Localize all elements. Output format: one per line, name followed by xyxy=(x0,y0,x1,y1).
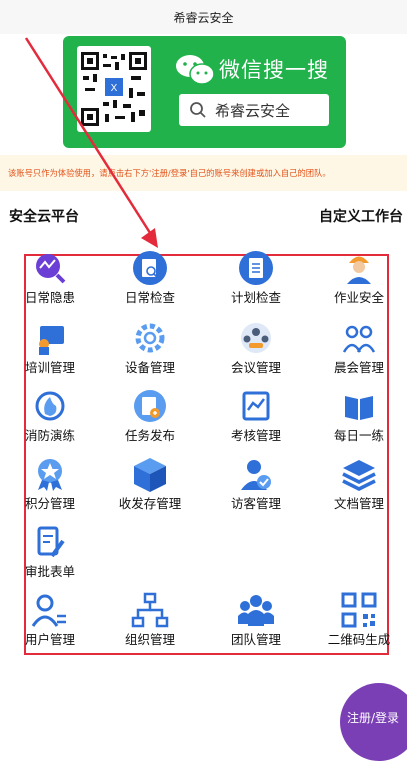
assessment-icon xyxy=(242,391,270,421)
feature-label: 日常检查 xyxy=(124,290,175,305)
feature-item[interactable]: 收发存管理 xyxy=(105,456,195,516)
feature-item[interactable]: 考核管理 xyxy=(211,388,301,448)
training-icon xyxy=(39,326,64,355)
app-title: 希睿云安全 xyxy=(0,0,407,34)
feature-label: 计划检查 xyxy=(230,290,281,305)
feature-label: 每日一练 xyxy=(333,428,384,443)
feature-label: 访客管理 xyxy=(230,496,281,511)
wechat-logo-icon xyxy=(176,55,215,85)
feature-item[interactable]: 任务发布 xyxy=(105,388,195,448)
feature-label: 用户管理 xyxy=(24,632,75,647)
feature-item[interactable]: 每日一练 xyxy=(314,388,404,448)
meeting-icon xyxy=(241,323,271,353)
search-icon xyxy=(190,102,206,118)
chart-search-icon xyxy=(36,254,66,284)
feature-label: 作业安全 xyxy=(333,290,384,305)
feature-label: 收发存管理 xyxy=(118,496,182,511)
group-icon xyxy=(342,325,376,353)
section-title-workbench[interactable]: 自定义工作台 xyxy=(319,206,403,226)
gear-icon xyxy=(135,323,165,353)
feature-item[interactable]: 积分管理 xyxy=(5,456,95,516)
feature-item[interactable]: 设备管理 xyxy=(105,320,195,380)
register-login-button[interactable]: 注册/登录 xyxy=(340,683,407,761)
book-icon xyxy=(345,396,373,420)
qr-code-image: X xyxy=(77,46,151,132)
box-icon xyxy=(134,458,166,492)
feature-item[interactable]: 访客管理 xyxy=(211,456,301,516)
search-query-text: 希睿云安全 xyxy=(215,101,291,120)
feature-label: 积分管理 xyxy=(24,496,75,511)
wechat-search-box: 希睿云安全 xyxy=(179,94,329,126)
feature-item[interactable]: 会议管理 xyxy=(211,320,301,380)
org-chart-icon xyxy=(131,592,169,628)
clipboard-icon xyxy=(239,251,273,285)
register-login-label: 注册/登录 xyxy=(347,711,400,725)
feature-label: 会议管理 xyxy=(230,360,281,375)
feature-item[interactable]: 二维码生成 xyxy=(314,592,404,652)
feature-label: 晨会管理 xyxy=(333,360,384,375)
feature-item[interactable]: 日常隐患 xyxy=(5,250,95,310)
feature-label: 培训管理 xyxy=(24,360,75,375)
feature-label: 任务发布 xyxy=(124,428,175,443)
wechat-search-banner: X 微信搜一搜 希睿云安全 xyxy=(63,36,346,148)
task-icon xyxy=(134,390,166,422)
feature-item[interactable]: 日常检查 xyxy=(105,250,195,310)
feature-label: 组织管理 xyxy=(124,632,175,647)
feature-label: 审批表单 xyxy=(24,564,75,579)
feature-label: 二维码生成 xyxy=(327,632,391,647)
notice-text: 该账号只作为体验使用，请点击右下方'注册/登录'自己的账号来创建或加入自己的团队… xyxy=(8,168,331,178)
feature-item[interactable]: 晨会管理 xyxy=(314,320,404,380)
feature-item[interactable]: 组织管理 xyxy=(105,592,195,652)
document-search-icon xyxy=(133,251,167,285)
wechat-search-text: 微信搜一搜 xyxy=(219,58,329,82)
qrcode-icon xyxy=(341,592,377,628)
feature-item[interactable]: 培训管理 xyxy=(5,320,95,380)
feature-label: 考核管理 xyxy=(230,428,281,443)
feature-item[interactable]: 团队管理 xyxy=(211,592,301,652)
notice-bar: 该账号只作为体验使用，请点击右下方'注册/登录'自己的账号来创建或加入自己的团队… xyxy=(0,155,407,191)
feature-label: 消防演练 xyxy=(24,428,75,443)
fire-drill-icon xyxy=(35,391,65,421)
visitor-icon xyxy=(241,460,271,490)
feature-item[interactable]: 作业安全 xyxy=(314,250,404,310)
user-list-icon xyxy=(31,594,66,627)
feature-label: 设备管理 xyxy=(124,360,175,375)
layers-icon xyxy=(342,460,376,491)
medal-icon xyxy=(38,459,62,491)
feature-item[interactable]: 消防演练 xyxy=(5,388,95,448)
feature-label: 团队管理 xyxy=(230,632,281,647)
section-title-platform: 安全云平台 xyxy=(9,209,79,225)
feature-item[interactable]: 审批表单 xyxy=(5,524,95,584)
feature-item[interactable]: 用户管理 xyxy=(5,592,95,652)
feature-label: 文档管理 xyxy=(333,496,384,511)
feature-item[interactable]: 文档管理 xyxy=(314,456,404,516)
feature-item[interactable]: 计划检查 xyxy=(211,250,301,310)
worker-icon xyxy=(347,256,371,284)
feature-label: 日常隐患 xyxy=(24,290,75,305)
svg-text:X: X xyxy=(111,83,118,94)
team-icon xyxy=(238,595,274,626)
form-edit-icon xyxy=(37,526,65,558)
